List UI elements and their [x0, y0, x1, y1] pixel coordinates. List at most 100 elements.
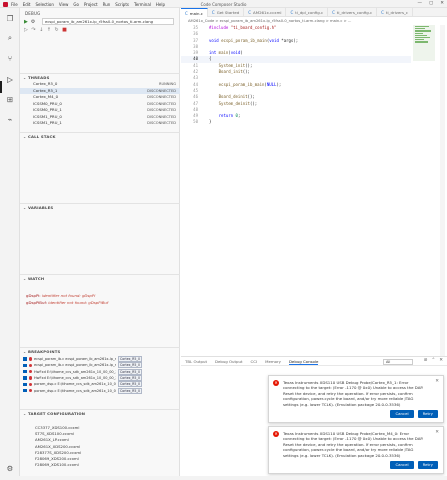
- step-into-icon[interactable]: ↓: [39, 27, 43, 33]
- menu-item-project[interactable]: Project: [84, 2, 98, 7]
- menu-item-view[interactable]: View: [59, 2, 69, 7]
- close-panel-icon[interactable]: ✕: [439, 358, 443, 363]
- minimap[interactable]: [413, 25, 435, 61]
- panel-tab-tbl-output[interactable]: TBL Output: [185, 357, 207, 365]
- close-icon[interactable]: ✕: [440, 1, 444, 6]
- retry-button[interactable]: Retry: [417, 410, 438, 419]
- maximize-icon[interactable]: ▢: [429, 1, 433, 6]
- menu-item-selection[interactable]: Selection: [35, 2, 53, 7]
- breakpoint-checkbox[interactable]: [23, 357, 27, 361]
- close-icon[interactable]: ✕: [435, 430, 439, 435]
- breakpoint-location: HwFxd E:\tihome_ccs_sdk_am261x_10_00_00_…: [34, 376, 116, 381]
- code-text: ecspi_poram_ib_main(NULL);: [218, 81, 282, 87]
- code-text: }: [209, 119, 212, 125]
- menu-item-terminal[interactable]: Terminal: [134, 2, 151, 7]
- variables-section-header[interactable]: ⌄ VARIABLES: [20, 203, 180, 210]
- watch-expression: gDspPiBuf:: [26, 299, 47, 305]
- menu-bar: File Edit Selection View Go Project Run Scripts…: [11, 2, 165, 7]
- c-file-icon: C: [211, 10, 215, 15]
- panel-tab-debug-console[interactable]: Debug Console: [288, 357, 319, 365]
- editor-area: Cmain.c C Get Started C AM261x.ccxml Cti_dpl_…: [181, 8, 447, 362]
- resource-icon[interactable]: ⌁: [5, 114, 15, 124]
- error-notification: ✕ ✕ Texas Instruments XDS110 USB Debug Pro…: [268, 375, 444, 424]
- editor-tab[interactable]: Cti_drivers_config.c: [328, 8, 378, 17]
- menu-item-file[interactable]: File: [11, 2, 18, 7]
- watch-value: identifier not found: gDspPi: [41, 293, 96, 298]
- breakpoint-checkbox[interactable]: [23, 369, 27, 374]
- breakpoint-dot-icon: [28, 369, 32, 374]
- editor-tab[interactable]: Cti_drivers_c: [377, 8, 414, 17]
- maximize-panel-icon[interactable]: ⌃: [431, 358, 435, 363]
- launch-config-select[interactable]: ecspi_poram_ib_am261x-lp_r5fss0-0_nortos…: [42, 18, 174, 25]
- explorer-icon[interactable]: ❐: [5, 13, 15, 23]
- breakpoint-checkbox[interactable]: [23, 382, 27, 387]
- clear-console-icon[interactable]: ⊘: [424, 358, 428, 363]
- watch-value: identifier not found: gDspPiBuf: [48, 299, 109, 305]
- thread-row[interactable]: ICSSM1_PRU_1 DISCONNECTED: [20, 120, 180, 127]
- watch-section-header[interactable]: ⌄ WATCH: [20, 274, 180, 281]
- breakpoint-checkbox[interactable]: [23, 388, 27, 393]
- editor-tab[interactable]: C AM261x.ccxml: [244, 8, 287, 17]
- cancel-button[interactable]: Cancel: [390, 410, 414, 419]
- debug-icon[interactable]: ▷: [5, 74, 15, 84]
- breakpoint-core-badge: Cortex_R5_0: [118, 375, 142, 382]
- line-number: 50: [193, 119, 198, 125]
- code-view[interactable]: 35 #include "ti_board_config.h" 36 37 void e…: [181, 25, 411, 126]
- breakpoint-location: ecspi_poram_ib.c ecspi_poram_ib_am261x-l…: [34, 363, 116, 368]
- target-config-item[interactable]: F28069_XDS100.ccxml: [20, 462, 180, 468]
- menu-item-run[interactable]: Run: [103, 2, 111, 7]
- menu-item-go[interactable]: Go: [73, 2, 79, 7]
- breakpoint-row[interactable]: poram_dsp.c E:\tihome_ccs_sdk_am261x_10_…: [20, 387, 180, 394]
- app-logo-icon: [3, 1, 8, 7]
- editor-scrollbar[interactable]: [440, 25, 445, 362]
- c-file-icon: C: [381, 10, 384, 15]
- settings-gear-icon[interactable]: ⚙: [5, 463, 15, 473]
- threads-section-header[interactable]: ⌄ THREADS: [20, 73, 180, 80]
- menu-item-scripts[interactable]: Scripts: [115, 2, 129, 7]
- breakpoint-dot-icon: [28, 363, 32, 368]
- panel-tab-debug-output[interactable]: Debug Output: [215, 357, 243, 365]
- retry-button[interactable]: Retry: [417, 461, 438, 470]
- editor-tab[interactable]: Cmain.c: [181, 8, 208, 17]
- step-over-icon[interactable]: ↷: [31, 27, 35, 33]
- start-debug-icon[interactable]: ▶: [24, 19, 28, 25]
- restart-icon[interactable]: ↻: [54, 27, 58, 33]
- title-bar: File Edit Selection View Go Project Run Scripts…: [0, 0, 447, 8]
- menu-item-edit[interactable]: Edit: [23, 2, 31, 7]
- c-file-icon: C: [290, 10, 294, 15]
- breakpoint-checkbox[interactable]: [23, 376, 27, 380]
- breakpoints-section-header[interactable]: ⌄ BREAKPOINTS: [20, 347, 180, 354]
- menu-item-help[interactable]: Help: [156, 2, 165, 7]
- watch-row[interactable]: gDspPiBuf: identifier not found: gDspPiB…: [20, 300, 180, 307]
- breakpoints-list: ecspi_poram_ib.c ecspi_poram_ib_am261x-l…: [20, 356, 180, 394]
- editor-tab-label: ti_dpl_config.c: [295, 10, 324, 15]
- close-icon[interactable]: ✕: [435, 379, 439, 384]
- search-icon[interactable]: ⌕: [5, 33, 15, 43]
- target-config-section-header[interactable]: ⌄ TARGET CONFIGURATION: [20, 409, 180, 416]
- breadcrumb[interactable]: AM261x_Code > ecspi_poram_ib_am261x-lp_r…: [188, 19, 351, 23]
- call-stack-section-header[interactable]: ⌄ CALL STACK: [20, 132, 180, 139]
- step-out-icon[interactable]: ↑: [47, 27, 51, 33]
- config-gear-icon[interactable]: ⚙: [31, 19, 35, 25]
- error-icon: ✕: [273, 431, 279, 437]
- minimize-icon[interactable]: —: [417, 1, 422, 6]
- extensions-icon[interactable]: ⊞: [5, 94, 15, 104]
- sidebar-title: DEBUG: [25, 11, 41, 16]
- editor-tab[interactable]: Cti_dpl_config.c: [286, 8, 329, 17]
- panel-tab-memory[interactable]: Memory: [265, 357, 281, 365]
- stop-icon[interactable]: ■: [62, 27, 67, 33]
- panel-tab-cci[interactable]: CCI: [251, 357, 258, 365]
- code-text: void ecspi_poram_ib_main(void *args);: [209, 37, 299, 43]
- window-controls: — ▢ ✕: [417, 1, 444, 6]
- editor-tab[interactable]: C Get Started: [208, 8, 245, 17]
- breakpoint-location: ecspi_poram_ib.c ecspi_poram_ib_am261x-l…: [34, 357, 116, 362]
- breakpoint-checkbox[interactable]: [23, 363, 27, 368]
- cancel-button[interactable]: Cancel: [390, 461, 414, 470]
- notification-message: Texas Instruments XDS110 USB Debug Probe…: [283, 431, 424, 458]
- console-filter-select[interactable]: All: [383, 358, 413, 365]
- source-control-icon[interactable]: ⑂: [5, 53, 15, 63]
- debug-sidebar: DEBUG ▶ ⚙ ecspi_poram_ib_am261x-lp_r5fss…: [20, 8, 180, 480]
- thread-name: ICSSM1_PRU_1: [33, 120, 62, 125]
- continue-icon[interactable]: ▷: [24, 27, 28, 33]
- code-line[interactable]: 50}: [181, 119, 411, 125]
